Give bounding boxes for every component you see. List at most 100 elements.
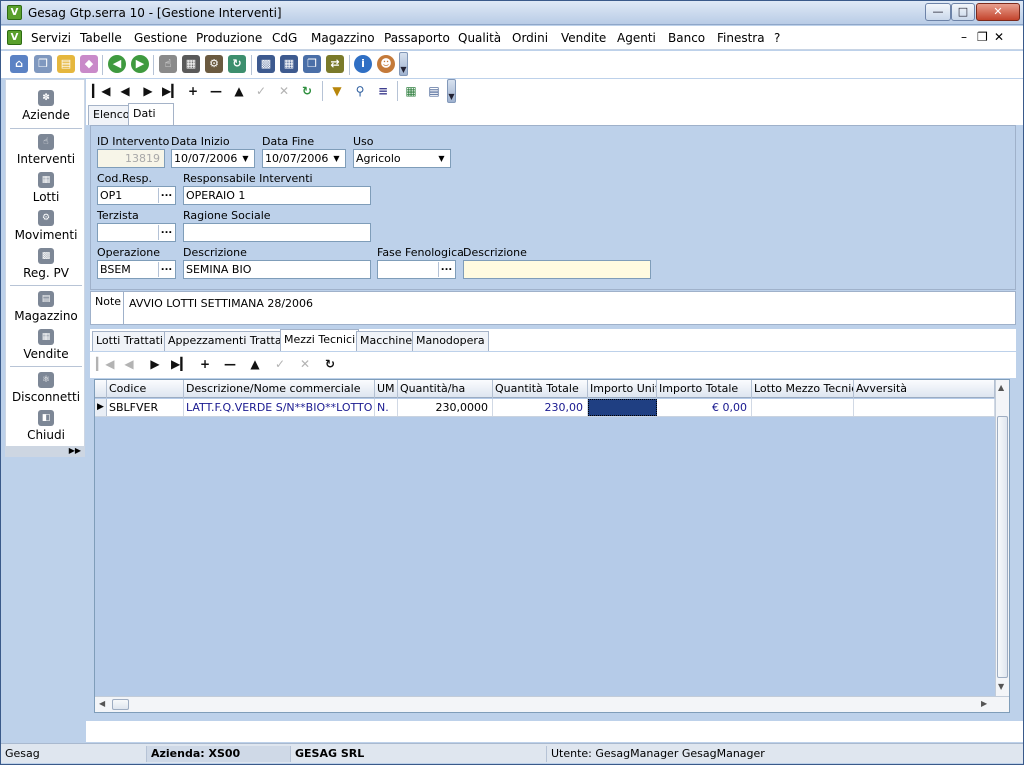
- next-record-icon[interactable]: ▶: [139, 82, 157, 100]
- sidebar-item-interventi[interactable]: ☝ Interventi: [6, 134, 86, 166]
- transfer-icon[interactable]: ⇄: [326, 55, 344, 73]
- column-header[interactable]: UM: [375, 380, 398, 398]
- menu-cdg[interactable]: CdG: [272, 31, 297, 45]
- print-preview-icon[interactable]: ▤: [425, 82, 443, 100]
- last-record-icon[interactable]: ▶▎: [162, 82, 180, 100]
- edit-record-icon[interactable]: ▲: [230, 82, 248, 100]
- grid-cell-selected[interactable]: [588, 399, 657, 416]
- filter-icon[interactable]: ▼: [328, 82, 346, 100]
- grid-cell[interactable]: SBLFVER: [107, 399, 184, 416]
- refresh-icon[interactable]: ↻: [228, 55, 246, 73]
- column-header[interactable]: Descrizione/Nome commerciale: [184, 380, 375, 398]
- home-icon[interactable]: ⌂: [10, 55, 28, 73]
- sidebar-item-magazzino[interactable]: ▤ Magazzino: [6, 291, 86, 323]
- menu-magazzino[interactable]: Magazzino: [311, 31, 375, 45]
- users-icon[interactable]: ☻: [377, 55, 395, 73]
- descrizione-field[interactable]: SEMINA BIO: [183, 260, 371, 279]
- descrizione-fase-field[interactable]: [463, 260, 651, 279]
- mdi-restore-icon[interactable]: ❐: [977, 30, 988, 44]
- copy-icon[interactable]: ❐: [34, 55, 52, 73]
- ellipsis-lookup-button[interactable]: ...: [158, 225, 174, 240]
- delete-record-icon[interactable]: —: [207, 82, 225, 100]
- cancel-record-icon[interactable]: ✕: [275, 82, 293, 100]
- sidebar-item-aziende[interactable]: ✽ Aziende: [6, 90, 86, 122]
- ragione-sociale-field[interactable]: [183, 223, 371, 242]
- scroll-left-icon[interactable]: ◀: [99, 699, 105, 708]
- insert-record-icon[interactable]: +: [196, 355, 214, 373]
- sidebar-item-chiudi[interactable]: ◧ Chiudi: [6, 410, 86, 442]
- grid-cell[interactable]: € 0,00: [657, 399, 752, 416]
- column-header[interactable]: Avversità: [854, 380, 995, 398]
- tab-dati[interactable]: Dati: [128, 103, 174, 125]
- prior-record-icon[interactable]: ◀: [120, 355, 138, 373]
- sidebar-expand-icon[interactable]: ▶▶: [6, 446, 84, 456]
- chevron-down-icon[interactable]: ▼: [434, 151, 449, 166]
- menu-banco[interactable]: Banco: [668, 31, 705, 45]
- calendar-icon[interactable]: ▩: [257, 55, 275, 73]
- calculator-icon[interactable]: ▦: [280, 55, 298, 73]
- grid-cell[interactable]: LATT.F.Q.VERDE S/N**BIO**LOTTO: [184, 399, 375, 416]
- grid-cell[interactable]: 230,00: [493, 399, 588, 416]
- scroll-thumb[interactable]: [112, 699, 129, 710]
- close-button[interactable]: ✕: [976, 3, 1020, 21]
- sidebar-item-regpv[interactable]: ▩ Reg. PV: [6, 248, 86, 280]
- search-icon[interactable]: ⚲: [351, 82, 369, 100]
- menu-agenti[interactable]: Agenti: [617, 31, 656, 45]
- delete-record-icon[interactable]: —: [221, 355, 239, 373]
- folder-icon[interactable]: ▤: [57, 55, 75, 73]
- menu-produzione[interactable]: Produzione: [196, 31, 262, 45]
- refresh-records-icon[interactable]: ↻: [298, 82, 316, 100]
- scroll-down-icon[interactable]: ▼: [998, 682, 1004, 691]
- sidebar-item-vendite[interactable]: ▦ Vendite: [6, 329, 86, 361]
- windows-icon[interactable]: ❐: [303, 55, 321, 73]
- menu-help[interactable]: ?: [774, 31, 780, 45]
- toolbar-overflow-icon[interactable]: ▼: [399, 52, 408, 76]
- menu-gestione[interactable]: Gestione: [134, 31, 187, 45]
- fase-fenologica-field[interactable]: ...: [377, 260, 456, 279]
- notes-text[interactable]: AVVIO LOTTI SETTIMANA 28/2006: [129, 297, 313, 310]
- tab-manodopera[interactable]: Manodopera: [412, 331, 489, 351]
- chevron-down-icon[interactable]: ▼: [329, 151, 344, 166]
- responsabile-field[interactable]: OPERAIO 1: [183, 186, 371, 205]
- chevron-down-icon[interactable]: ▼: [238, 151, 253, 166]
- cod-resp-field[interactable]: OP1...: [97, 186, 176, 205]
- first-record-icon[interactable]: ▎◀: [96, 355, 114, 373]
- menu-vendite[interactable]: Vendite: [561, 31, 606, 45]
- ellipsis-lookup-button[interactable]: ...: [438, 262, 454, 277]
- column-header[interactable]: Importo Unit.: [588, 380, 657, 398]
- tab-macchine[interactable]: Macchine: [356, 331, 417, 351]
- movimenti-icon[interactable]: ⚙: [205, 55, 223, 73]
- mdi-minimize-icon[interactable]: –: [961, 30, 967, 44]
- prior-record-icon[interactable]: ◀: [116, 82, 134, 100]
- ellipsis-lookup-button[interactable]: ...: [158, 188, 174, 203]
- menu-passaporto[interactable]: Passaporto: [384, 31, 450, 45]
- column-header[interactable]: Importo Totale: [657, 380, 752, 398]
- scroll-right-icon[interactable]: ▶: [981, 699, 987, 708]
- forward-icon[interactable]: ▶: [131, 55, 149, 73]
- data-fine-field[interactable]: 10/07/2006 ▼: [262, 149, 346, 168]
- horizontal-scrollbar[interactable]: ◀ ▶: [95, 696, 1009, 712]
- post-record-icon[interactable]: ✓: [271, 355, 289, 373]
- first-record-icon[interactable]: ▎◀: [92, 82, 110, 100]
- back-icon[interactable]: ◀: [108, 55, 126, 73]
- ellipsis-lookup-button[interactable]: ...: [158, 262, 174, 277]
- info-icon[interactable]: i: [354, 55, 372, 73]
- maximize-button[interactable]: □: [951, 3, 975, 21]
- post-record-icon[interactable]: ✓: [252, 82, 270, 100]
- table-row[interactable]: ▶ SBLFVER LATT.F.Q.VERDE S/N**BIO**LOTTO…: [95, 399, 995, 417]
- grid-cell[interactable]: [854, 399, 995, 416]
- id-intervento-field[interactable]: 13819: [97, 149, 165, 168]
- sidebar-item-movimenti[interactable]: ⚙ Movimenti: [6, 210, 86, 242]
- terzista-field[interactable]: ...: [97, 223, 176, 242]
- scroll-thumb[interactable]: [997, 416, 1008, 678]
- tag-icon[interactable]: ◆: [80, 55, 98, 73]
- toolbar-overflow-icon[interactable]: ▼: [447, 79, 456, 103]
- edit-record-icon[interactable]: ▲: [246, 355, 264, 373]
- sidebar-item-lotti[interactable]: ▦ Lotti: [6, 172, 86, 204]
- column-header[interactable]: Lotto Mezzo Tecnico: [752, 380, 854, 398]
- operazione-field[interactable]: BSEM...: [97, 260, 176, 279]
- sort-icon[interactable]: ≡: [374, 82, 392, 100]
- menu-tabelle[interactable]: Tabelle: [80, 31, 122, 45]
- menu-ordini[interactable]: Ordini: [512, 31, 548, 45]
- insert-record-icon[interactable]: +: [184, 82, 202, 100]
